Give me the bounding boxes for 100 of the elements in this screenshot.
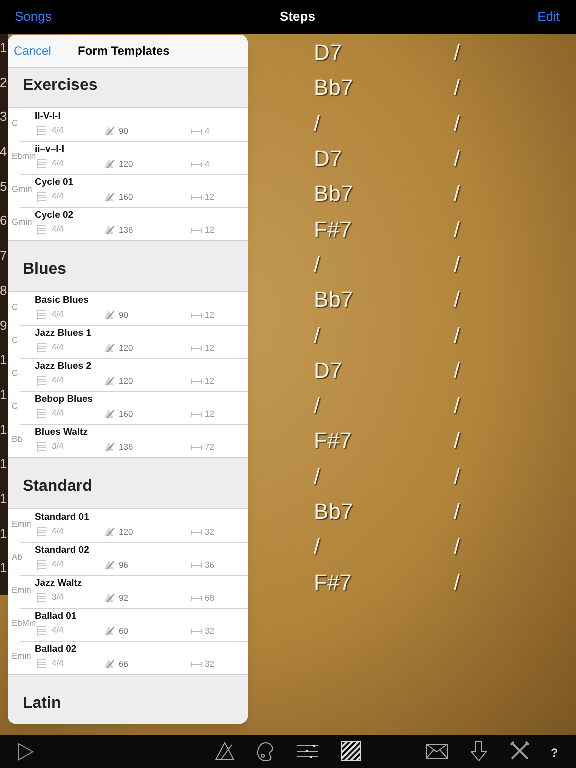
beat-slash[interactable]: /: [454, 354, 460, 387]
time-signature: 4/4: [52, 624, 64, 637]
key-label: EbMin: [12, 618, 36, 630]
time-signature: 4/4: [52, 374, 64, 387]
down-arrow-icon[interactable]: [471, 741, 487, 762]
cancel-button[interactable]: Cancel: [8, 42, 78, 60]
template-name: Cycle 01: [35, 176, 74, 190]
beat-slash[interactable]: /: [454, 389, 460, 422]
bar-span-icon: [191, 662, 202, 667]
play-icon[interactable]: [18, 743, 34, 761]
lines-icon: [37, 626, 46, 636]
time-signature: 4/4: [52, 341, 64, 354]
key-label: C: [12, 301, 18, 314]
sliders-icon[interactable]: [297, 744, 318, 759]
chord-symbol[interactable]: F#7: [314, 424, 374, 458]
beat-slash[interactable]: /: [454, 318, 460, 352]
beat-slash[interactable]: /: [454, 106, 460, 140]
bar-span-icon: [191, 445, 202, 450]
metronome-icon: [104, 626, 115, 636]
line-number: 5: [0, 178, 8, 194]
chord-symbol[interactable]: /: [314, 389, 374, 422]
help-button[interactable]: ?: [551, 744, 558, 762]
metronome-icon: [104, 126, 115, 136]
chord-symbol[interactable]: /: [314, 248, 374, 281]
lines-icon: [37, 192, 46, 202]
lines-icon: [37, 376, 46, 386]
songs-button[interactable]: Songs: [15, 7, 52, 27]
bar-count: 32: [205, 625, 214, 638]
time-signature: 4/4: [52, 124, 64, 137]
time-signature: 4/4: [52, 657, 64, 670]
template-name: Cycle 02: [35, 209, 74, 223]
metronome-icon: [104, 159, 115, 169]
chord-symbol[interactable]: Bb7: [314, 495, 374, 528]
line-number: 1: [0, 40, 8, 55]
line-number: 4: [0, 144, 8, 160]
tempo: 160: [119, 191, 134, 204]
tempo: 120: [119, 526, 134, 539]
lines-icon: [37, 126, 46, 136]
lines-icon: [37, 560, 46, 570]
striped-square-icon[interactable]: [341, 741, 361, 761]
time-signature: 4/4: [52, 223, 64, 236]
bar-span-icon: [191, 412, 202, 417]
metronome-icon[interactable]: [215, 742, 235, 761]
bar-span-icon: [191, 129, 202, 134]
beat-slash[interactable]: /: [454, 566, 460, 599]
key-label: Emin: [12, 650, 32, 663]
chord-symbol[interactable]: D7: [314, 142, 374, 176]
metronome-icon: [104, 343, 115, 353]
template-name: Ballad 02: [35, 643, 77, 657]
lines-icon: [37, 527, 46, 537]
chord-symbol[interactable]: Bb7: [314, 283, 374, 316]
line-number: 2: [0, 74, 8, 90]
beat-slash[interactable]: /: [454, 530, 460, 564]
chord-symbol[interactable]: Bb7: [314, 71, 374, 104]
section-header: Blues: [23, 260, 67, 280]
bar-count: 12: [205, 375, 214, 388]
time-signature: 3/4: [52, 591, 64, 604]
section-header: Latin: [23, 694, 62, 714]
chord-symbol[interactable]: /: [314, 318, 374, 352]
chord-symbol[interactable]: /: [314, 106, 374, 140]
key-label: Ab: [12, 551, 22, 564]
beat-slash[interactable]: /: [454, 424, 460, 458]
key-label: Emin: [12, 584, 32, 597]
beat-slash[interactable]: /: [454, 495, 460, 528]
chord-symbol[interactable]: D7: [314, 354, 374, 387]
lines-icon: [37, 409, 46, 419]
chord-symbol[interactable]: F#7: [314, 212, 374, 246]
beat-slash[interactable]: /: [454, 460, 460, 493]
key-label: C: [12, 400, 18, 413]
beat-slash[interactable]: /: [454, 212, 460, 246]
edit-button[interactable]: Edit: [538, 7, 561, 27]
lines-icon: [37, 159, 46, 169]
line-number: 1: [0, 352, 8, 368]
chord-symbol[interactable]: Bb7: [314, 177, 374, 210]
bar-span-icon: [191, 195, 202, 200]
tempo: 136: [119, 441, 134, 454]
metronome-icon: [104, 560, 115, 570]
beat-slash[interactable]: /: [454, 71, 460, 104]
metronome-icon: [104, 310, 115, 320]
bar-count: 36: [205, 559, 214, 572]
beat-slash[interactable]: /: [454, 283, 460, 316]
beat-slash[interactable]: /: [454, 142, 460, 176]
tempo: 120: [119, 375, 134, 388]
beat-slash[interactable]: /: [454, 177, 460, 210]
chord-symbol[interactable]: F#7: [314, 566, 374, 599]
palette-icon[interactable]: [257, 742, 275, 762]
chord-symbol[interactable]: D7: [314, 36, 374, 70]
line-number: 1: [0, 456, 8, 472]
chord-symbol[interactable]: /: [314, 530, 374, 564]
beat-slash[interactable]: /: [454, 36, 460, 70]
key-label: C: [12, 117, 18, 130]
time-signature: 4/4: [52, 525, 64, 538]
chord-symbol[interactable]: /: [314, 460, 374, 493]
line-number: 8: [0, 282, 8, 298]
time-signature: 4/4: [52, 308, 64, 321]
envelope-icon[interactable]: [426, 744, 448, 759]
template-name: ii–v–I-I: [35, 143, 65, 155]
lines-icon: [37, 442, 46, 452]
beat-slash[interactable]: /: [454, 248, 460, 281]
tempo: 136: [119, 224, 134, 237]
